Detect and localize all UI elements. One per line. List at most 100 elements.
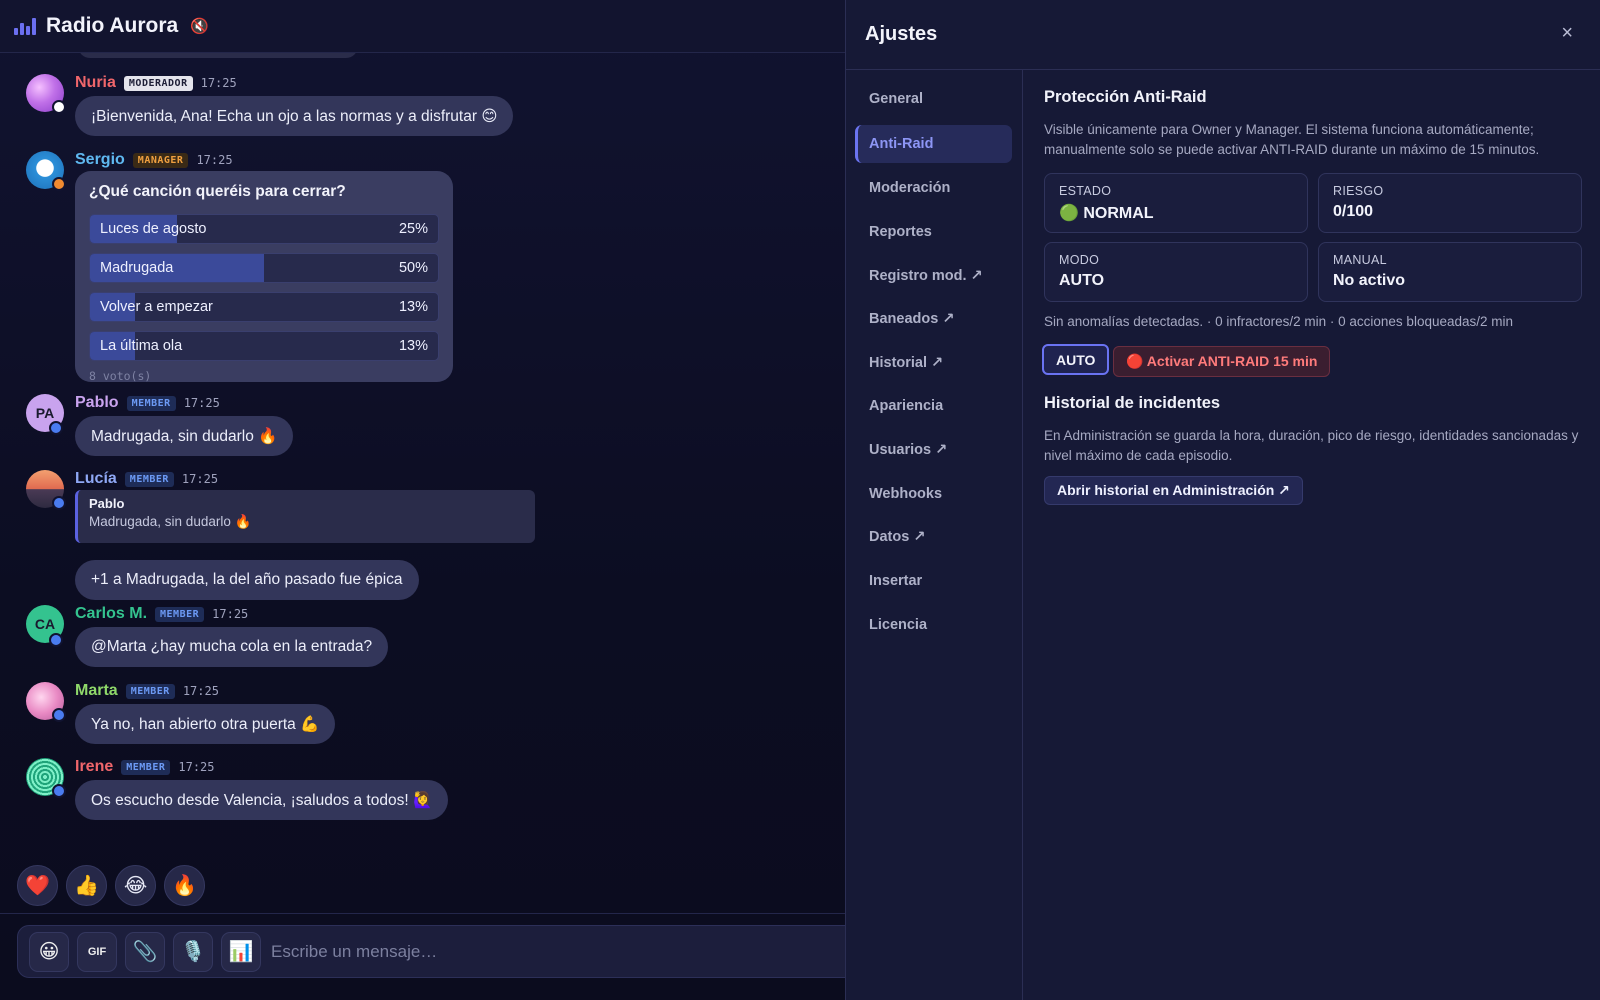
poll-option[interactable]: Volver a empezar 13% [89, 292, 439, 322]
message-input[interactable] [271, 941, 771, 962]
nav-item-anti-raid[interactable]: Anti-Raid [855, 125, 1012, 163]
emoji-picker-button[interactable]: 😀 [29, 931, 69, 972]
section-title: Protección Anti-Raid [1044, 88, 1207, 106]
create-poll-button[interactable]: 📊 [221, 931, 261, 972]
poll-option-label: La última ola [100, 338, 183, 354]
incidents-title: Historial de incidentes [1044, 394, 1221, 412]
poll-option[interactable]: Luces de agosto 25% [89, 214, 439, 244]
message-bubble[interactable]: @Marta ¿hay mucha cola en la entrada? [75, 627, 389, 667]
reply-quote[interactable]: Pablo Madrugada, sin dudarlo 🔥 [75, 490, 535, 543]
username[interactable]: Pablo [75, 394, 119, 412]
nav-item-registro-mod[interactable]: Registro mod. ↗ [855, 257, 1012, 295]
avatar[interactable] [26, 470, 66, 510]
microphone-button[interactable]: 🎙️ [173, 931, 213, 972]
quote-text: Madrugada, sin dudarlo 🔥 [89, 514, 252, 529]
nav-item-insertar[interactable]: Insertar [855, 562, 1012, 600]
role-badge: MEMBER [126, 395, 176, 411]
equalizer-icon [14, 17, 36, 35]
nav-item-baneados[interactable]: Baneados ↗ [855, 300, 1012, 338]
card-label: MANUAL [1333, 253, 1387, 267]
poll-option-percent: 50% [398, 260, 428, 276]
poll-option-percent: 13% [398, 338, 428, 354]
nav-item-moderacion[interactable]: Moderación [855, 169, 1012, 207]
settings-nav: General Anti-Raid Moderación Reportes Re… [846, 70, 1023, 1000]
nav-item-licencia[interactable]: Licencia [855, 606, 1012, 644]
gif-button[interactable]: GIF [77, 931, 117, 972]
message-bubble[interactable]: Madrugada, sin dudarlo 🔥 [75, 416, 294, 456]
card-value: AUTO [1059, 272, 1105, 289]
activate-anti-raid-button[interactable]: 🔴 Activar ANTI-RAID 15 min [1113, 346, 1331, 377]
role-badge: MEMBER [125, 683, 175, 699]
nav-item-historial[interactable]: Historial ↗ [855, 344, 1012, 382]
username[interactable]: Nuria [75, 74, 116, 92]
avatar[interactable] [26, 151, 66, 191]
card-value: 0/100 [1333, 203, 1374, 220]
timestamp: 17:25 [181, 472, 219, 486]
card-label: ESTADO [1059, 184, 1112, 198]
poll-option[interactable]: Madrugada 50% [89, 253, 439, 283]
status-dot [52, 496, 66, 510]
manual-card: MANUAL No activo [1318, 242, 1582, 302]
timestamp: 17:25 [182, 684, 219, 698]
quick-reactions: ❤️ 👍 😂 🔥 [17, 865, 205, 906]
reaction-heart-button[interactable]: ❤️ [17, 865, 58, 906]
mode-card: MODO AUTO [1044, 242, 1308, 302]
avatar[interactable] [26, 74, 66, 114]
message-bubble[interactable]: ¡Bienvenida, Ana! Echa un ojo a las norm… [75, 96, 514, 136]
message-bubble[interactable]: Ya no, han abierto otra puerta 💪 [75, 704, 336, 744]
section-description: Visible únicamente para Owner y Manager.… [1044, 122, 1540, 157]
reaction-fire-button[interactable]: 🔥 [164, 865, 205, 906]
role-badge: MODERADOR [123, 75, 193, 91]
nav-item-general[interactable]: General [855, 80, 1012, 118]
settings-title: Ajustes [865, 23, 938, 45]
nav-item-webhooks[interactable]: Webhooks [855, 475, 1012, 513]
poll-vote-count: 8 voto(s) [89, 369, 152, 383]
poll-card: ¿Qué canción queréis para cerrar? Luces … [75, 171, 453, 383]
nav-item-apariencia[interactable]: Apariencia [855, 387, 1012, 425]
status-dot [52, 784, 66, 798]
close-icon[interactable]: × [1561, 22, 1573, 45]
status-dot [52, 100, 66, 114]
card-label: RIESGO [1333, 184, 1384, 198]
nav-item-reportes[interactable]: Reportes [855, 213, 1012, 251]
timestamp: 17:25 [212, 607, 249, 621]
poll-option-percent: 13% [398, 299, 428, 315]
avatar[interactable] [26, 682, 66, 722]
username[interactable]: Sergio [75, 151, 125, 169]
role-badge: MEMBER [121, 759, 171, 775]
username[interactable]: Lucía [75, 470, 117, 488]
auto-mode-button[interactable]: AUTO [1042, 344, 1110, 375]
nav-item-datos[interactable]: Datos ↗ [855, 518, 1012, 556]
role-badge: MEMBER [124, 471, 174, 487]
card-value: 🟢 NORMAL [1059, 205, 1154, 222]
username[interactable]: Carlos M. [75, 605, 147, 623]
card-label: MODO [1059, 253, 1100, 267]
role-badge: MANAGER [132, 152, 189, 168]
reaction-thumbs-up-button[interactable]: 👍 [66, 865, 107, 906]
timestamp: 17:25 [196, 153, 233, 167]
quote-author: Pablo [89, 496, 125, 511]
mute-icon[interactable]: 🔇 [190, 17, 209, 35]
nav-item-usuarios[interactable]: Usuarios ↗ [855, 431, 1012, 469]
incidents-description: En Administración se guarda la hora, dur… [1044, 428, 1579, 463]
message-composer: 😀 GIF 📎 🎙️ 📊 [17, 925, 867, 978]
username[interactable]: Marta [75, 682, 118, 700]
role-badge: MEMBER [155, 606, 205, 622]
message-bubble[interactable]: Os escucho desde Valencia, ¡saludos a to… [75, 780, 449, 820]
poll-option-label: Volver a empezar [100, 299, 213, 315]
open-history-button[interactable]: Abrir historial en Administración ↗ [1044, 476, 1303, 505]
poll-question: ¿Qué canción queréis para cerrar? [89, 183, 346, 200]
poll-option[interactable]: La última ola 13% [89, 331, 439, 361]
status-dot [49, 421, 63, 435]
poll-option-percent: 25% [398, 221, 428, 237]
timestamp: 17:25 [178, 760, 215, 774]
avatar[interactable] [26, 758, 66, 798]
room-title: Radio Aurora [46, 14, 179, 37]
reaction-laugh-button[interactable]: 😂 [115, 865, 156, 906]
status-dot [52, 177, 66, 191]
attach-file-button[interactable]: 📎 [125, 931, 165, 972]
message-bubble[interactable]: +1 a Madrugada, la del año pasado fue ép… [75, 560, 419, 600]
settings-panel: Ajustes × General Anti-Raid Moderación R… [845, 0, 1600, 1000]
timestamp: 17:25 [183, 396, 220, 410]
username[interactable]: Irene [75, 758, 113, 776]
